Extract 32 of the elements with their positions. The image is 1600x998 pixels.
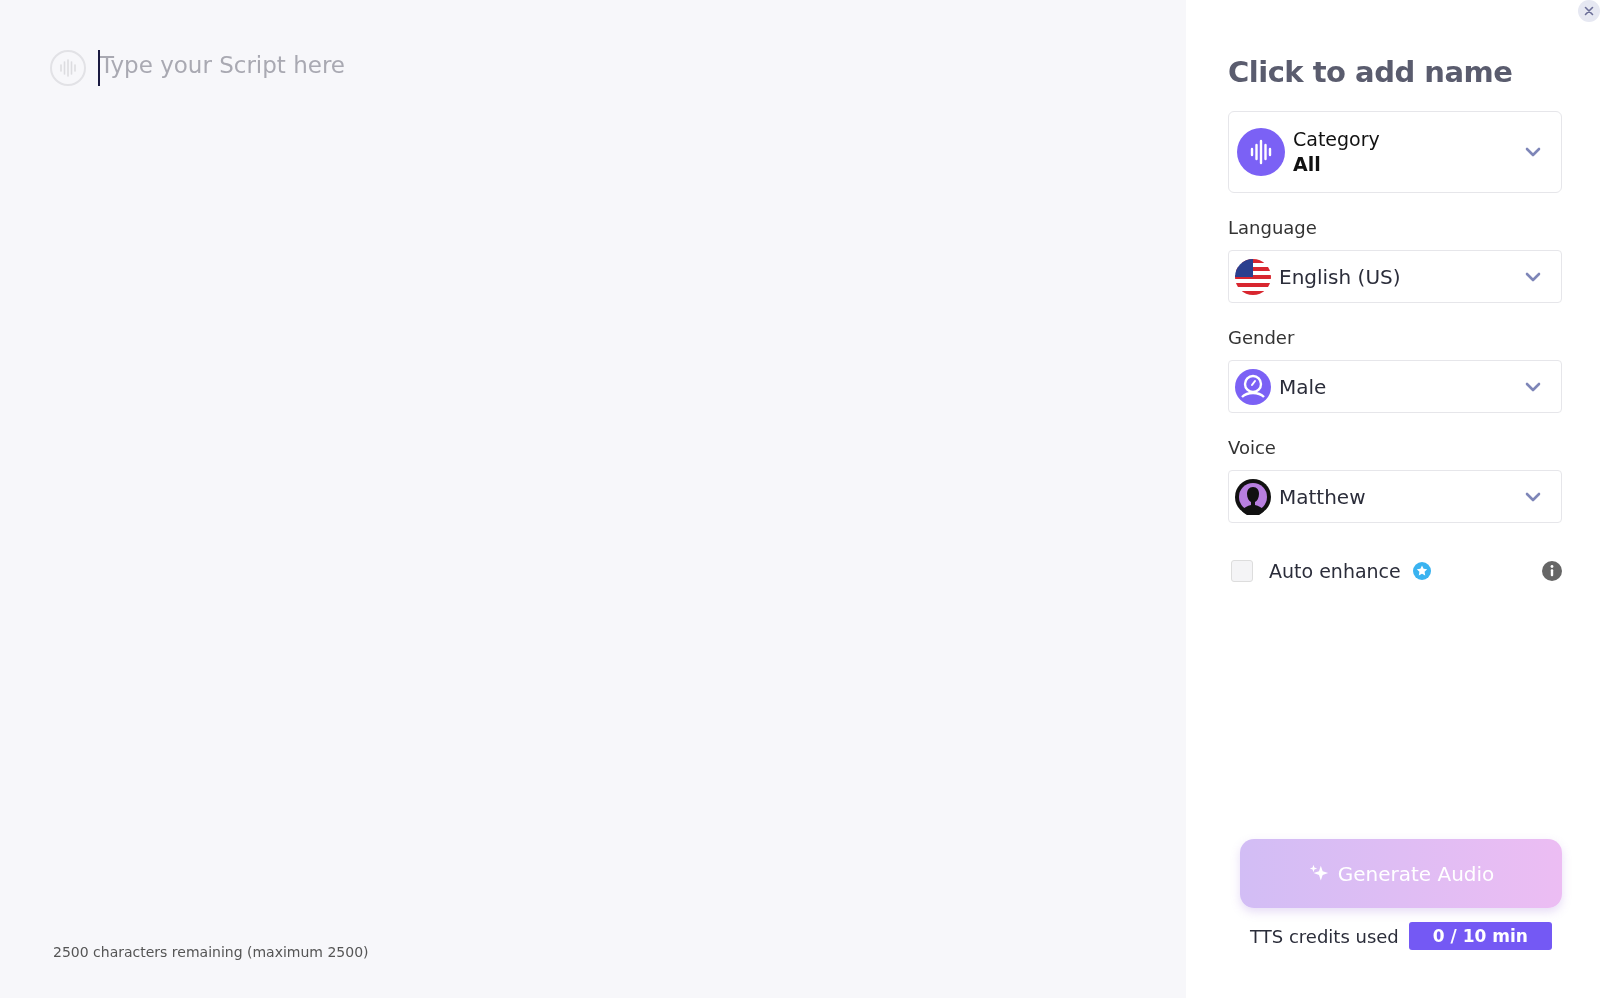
waveform-icon [50,50,86,86]
field-label: Language [1228,217,1318,238]
flag-icon [1235,258,1271,295]
credits-label: TTS credits used [1250,925,1399,947]
field-label: Voice [1228,437,1277,458]
dropdown-value: Matthew [1279,484,1366,509]
checkbox[interactable] [1231,560,1253,582]
close-button[interactable] [1578,0,1600,22]
credits-badge: 0 / 10 min [1408,922,1552,950]
category-dropdown[interactable]: Category All [1228,111,1562,193]
chevron-down-icon [1525,271,1541,282]
chevron-down-icon [1525,381,1541,392]
avatar-icon [1235,478,1271,515]
close-icon [1584,6,1594,16]
dropdown[interactable]: Male [1228,360,1562,413]
dropdown-value: Male [1279,374,1327,399]
field-label: Gender [1228,327,1296,348]
star-badge-icon [1412,562,1431,580]
character-counter: 2500 characters remaining (maximum 2500) [53,944,370,960]
chevron-down-icon [1525,491,1541,502]
name-title[interactable]: Click to add name [1228,55,1562,89]
dropdown[interactable]: Matthew [1228,470,1562,523]
dropdown-value: English (US) [1279,264,1401,289]
checkbox-label: Auto enhance [1269,560,1401,582]
category-value: All [1293,152,1322,177]
dropdown[interactable]: English (US) [1228,250,1562,303]
chevron-down-icon [1525,147,1541,157]
person-icon [1235,368,1271,405]
category-label: Category [1293,127,1380,152]
info-icon[interactable] [1542,561,1562,581]
waveform-icon [1237,128,1285,176]
script-input[interactable]: Type your Script here [98,50,700,86]
